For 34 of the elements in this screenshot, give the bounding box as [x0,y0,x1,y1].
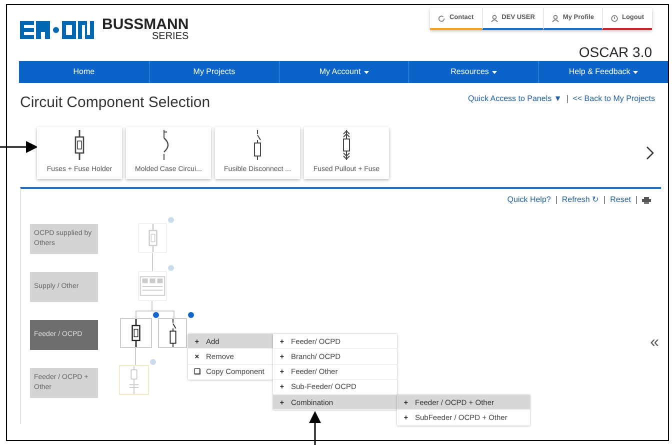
connector-line [152,253,153,271]
page-title: Circuit Component Selection [20,92,210,113]
nav-item[interactable]: Home [19,61,149,83]
branch-connector [135,301,175,318]
user-icon [552,14,559,22]
page-link[interactable]: Quick Access to Panels ▼ [468,93,562,105]
info-badge-icon[interactable] [188,312,194,318]
caret-icon [492,70,497,74]
disconnect-symbol-icon [252,130,263,160]
print-icon[interactable] [642,196,651,204]
fuse-symbol-icon [74,130,85,160]
nav-item[interactable]: Help & Feedback [538,61,668,83]
power-icon [610,14,618,22]
toolbar-link[interactable]: Reset [610,194,631,206]
diagram-node[interactable] [120,318,152,348]
diagram-node[interactable] [158,318,187,348]
toolbar-link[interactable]: Refresh ↻ [562,194,600,206]
caret-icon [633,70,638,74]
caret-icon [364,70,369,74]
collapse-button[interactable]: « [650,335,659,351]
nav-item[interactable]: My Projects [148,61,279,83]
brand-name: BUSSMANN [102,17,189,32]
nav-item[interactable]: My Account [278,61,408,83]
user-icon [490,14,498,22]
app-version: OSCAR 3.0 [578,43,652,62]
pullout-symbol-icon [341,130,352,160]
brand-subtitle: SERIES [152,32,189,42]
info-badge-icon[interactable] [153,312,159,318]
page-link[interactable]: << Back to My Projects [572,93,655,105]
nav-item[interactable]: Resources [408,61,538,83]
refresh-icon [438,14,446,22]
connector-line [135,348,136,365]
chevron-right-icon[interactable] [646,146,654,160]
toolbar-link[interactable]: Quick Help? [507,194,551,206]
